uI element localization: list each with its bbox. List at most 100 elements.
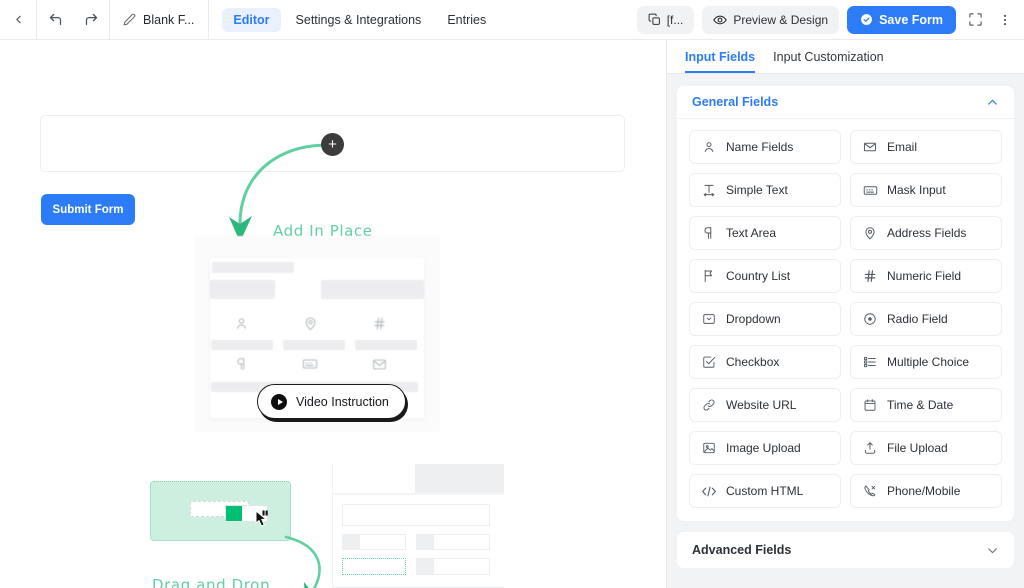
video-instruction-label: Video Instruction bbox=[296, 394, 389, 409]
field-text-area[interactable]: Text Area bbox=[689, 216, 841, 250]
undo-icon bbox=[48, 12, 63, 27]
mock-bar bbox=[342, 534, 359, 550]
field-country-list[interactable]: Country List bbox=[689, 259, 841, 293]
mock-input[interactable] bbox=[359, 534, 406, 550]
more-vertical-icon bbox=[998, 13, 1012, 27]
field-radio-field[interactable]: Radio Field bbox=[850, 302, 1002, 336]
field-label: Simple Text bbox=[726, 183, 788, 197]
video-instruction-button[interactable]: Video Instruction bbox=[257, 384, 406, 419]
toolbar-actions: [f... Preview & Design Save Form bbox=[636, 5, 1024, 34]
checkbox-icon bbox=[701, 355, 717, 369]
fullscreen-icon bbox=[968, 12, 983, 27]
tab-entries[interactable]: Entries bbox=[436, 8, 497, 32]
mock-input-selected[interactable] bbox=[342, 558, 406, 575]
builder-body: + Submit Form Add In Place Video Instruc… bbox=[0, 40, 1024, 588]
paragraph-icon bbox=[235, 357, 249, 371]
redo-button[interactable] bbox=[73, 0, 109, 39]
mock-bar bbox=[321, 280, 424, 299]
panel-tabs: Input Fields Input Customization bbox=[667, 40, 1024, 74]
code-icon bbox=[701, 485, 717, 498]
field-label: Time & Date bbox=[887, 398, 954, 412]
submit-form-button[interactable]: Submit Form bbox=[41, 194, 135, 225]
hash-icon bbox=[862, 269, 878, 283]
form-title-text: Blank F... bbox=[143, 12, 195, 27]
check-circle-icon bbox=[860, 13, 873, 26]
field-file-upload[interactable]: File Upload bbox=[850, 431, 1002, 465]
preview-design-button[interactable]: Preview & Design bbox=[702, 5, 840, 34]
panel-scroll-area[interactable]: General Fields Name Fields Email Simple … bbox=[667, 74, 1024, 588]
field-label: Image Upload bbox=[726, 441, 801, 455]
submit-form-label: Submit Form bbox=[52, 203, 124, 216]
form-title[interactable]: Blank F... bbox=[110, 0, 208, 39]
tab-editor[interactable]: Editor bbox=[222, 7, 281, 32]
field-label: Numeric Field bbox=[887, 269, 962, 283]
general-fields-title: General Fields bbox=[692, 95, 779, 109]
add-field-button[interactable]: + bbox=[321, 133, 344, 156]
mock-input[interactable] bbox=[433, 558, 490, 575]
field-phone-mobile[interactable]: Phone/Mobile bbox=[850, 474, 1002, 508]
field-label: Website URL bbox=[726, 398, 797, 412]
field-label: Dropdown bbox=[726, 312, 781, 326]
field-custom-html[interactable]: Custom HTML bbox=[689, 474, 841, 508]
field-label: Custom HTML bbox=[726, 484, 804, 498]
field-numeric-field[interactable]: Numeric Field bbox=[850, 259, 1002, 293]
person-icon bbox=[701, 140, 717, 154]
field-time-date[interactable]: Time & Date bbox=[850, 388, 1002, 422]
more-options-button[interactable] bbox=[994, 6, 1016, 34]
drag-drop-illustration bbox=[136, 464, 504, 588]
field-multiple-choice[interactable]: Multiple Choice bbox=[850, 345, 1002, 379]
field-address-fields[interactable]: Address Fields bbox=[850, 216, 1002, 250]
copy-icon bbox=[648, 13, 661, 26]
general-fields-card: General Fields Name Fields Email Simple … bbox=[677, 86, 1014, 521]
field-label: Text Area bbox=[726, 226, 777, 240]
mock-bar bbox=[355, 340, 417, 350]
chevron-up-icon[interactable] bbox=[986, 96, 999, 109]
tab-input-fields[interactable]: Input Fields bbox=[685, 50, 756, 73]
list-icon bbox=[862, 355, 878, 369]
toolbar-tabs: Editor Settings & Integrations Entries bbox=[209, 7, 497, 32]
advanced-fields-title: Advanced Fields bbox=[692, 543, 792, 557]
tab-input-customization[interactable]: Input Customization bbox=[773, 50, 883, 73]
save-form-button[interactable]: Save Form bbox=[847, 5, 956, 34]
field-simple-text[interactable]: Simple Text bbox=[689, 173, 841, 207]
chevron-down-icon[interactable] bbox=[986, 544, 999, 557]
form-canvas: + Submit Form Add In Place Video Instruc… bbox=[0, 40, 666, 588]
field-label: Address Fields bbox=[887, 226, 967, 240]
tab-settings-integrations[interactable]: Settings & Integrations bbox=[285, 8, 433, 32]
embed-code-button[interactable]: [f... bbox=[636, 5, 695, 34]
field-dropdown[interactable]: Dropdown bbox=[689, 302, 841, 336]
mock-input[interactable] bbox=[342, 504, 490, 526]
play-icon bbox=[271, 393, 287, 410]
fields-panel: Input Fields Input Customization General… bbox=[666, 40, 1024, 588]
mock-bar bbox=[415, 464, 504, 493]
field-image-upload[interactable]: Image Upload bbox=[689, 431, 841, 465]
general-fields-header[interactable]: General Fields bbox=[677, 86, 1014, 119]
drag-drop-annotation: Drag and Drop Element bbox=[152, 576, 271, 588]
upload-icon bbox=[862, 441, 878, 455]
fullscreen-button[interactable] bbox=[964, 6, 986, 34]
location-pin-icon bbox=[303, 316, 318, 331]
mock-bar bbox=[283, 340, 345, 350]
preview-design-label: Preview & Design bbox=[733, 12, 829, 27]
dropdown-icon bbox=[701, 312, 717, 326]
person-icon bbox=[234, 316, 249, 331]
flag-icon bbox=[701, 269, 717, 283]
field-label: Checkbox bbox=[726, 355, 780, 369]
back-button[interactable] bbox=[0, 0, 36, 39]
field-name-fields[interactable]: Name Fields bbox=[689, 130, 841, 164]
field-email[interactable]: Email bbox=[850, 130, 1002, 164]
mock-bar bbox=[210, 280, 275, 299]
mock-divider bbox=[333, 493, 504, 495]
mock-input[interactable] bbox=[433, 534, 490, 550]
field-mask-input[interactable]: Mask Input bbox=[850, 173, 1002, 207]
advanced-fields-header[interactable]: Advanced Fields bbox=[677, 532, 1014, 568]
field-checkbox[interactable]: Checkbox bbox=[689, 345, 841, 379]
pencil-icon bbox=[123, 13, 136, 26]
hash-icon bbox=[372, 316, 387, 331]
undo-button[interactable] bbox=[37, 0, 73, 39]
field-website-url[interactable]: Website URL bbox=[689, 388, 841, 422]
embed-code-label: [f... bbox=[666, 12, 684, 27]
field-label: Mask Input bbox=[887, 183, 946, 197]
mock-bar bbox=[416, 558, 433, 575]
chevron-left-icon bbox=[12, 13, 25, 26]
